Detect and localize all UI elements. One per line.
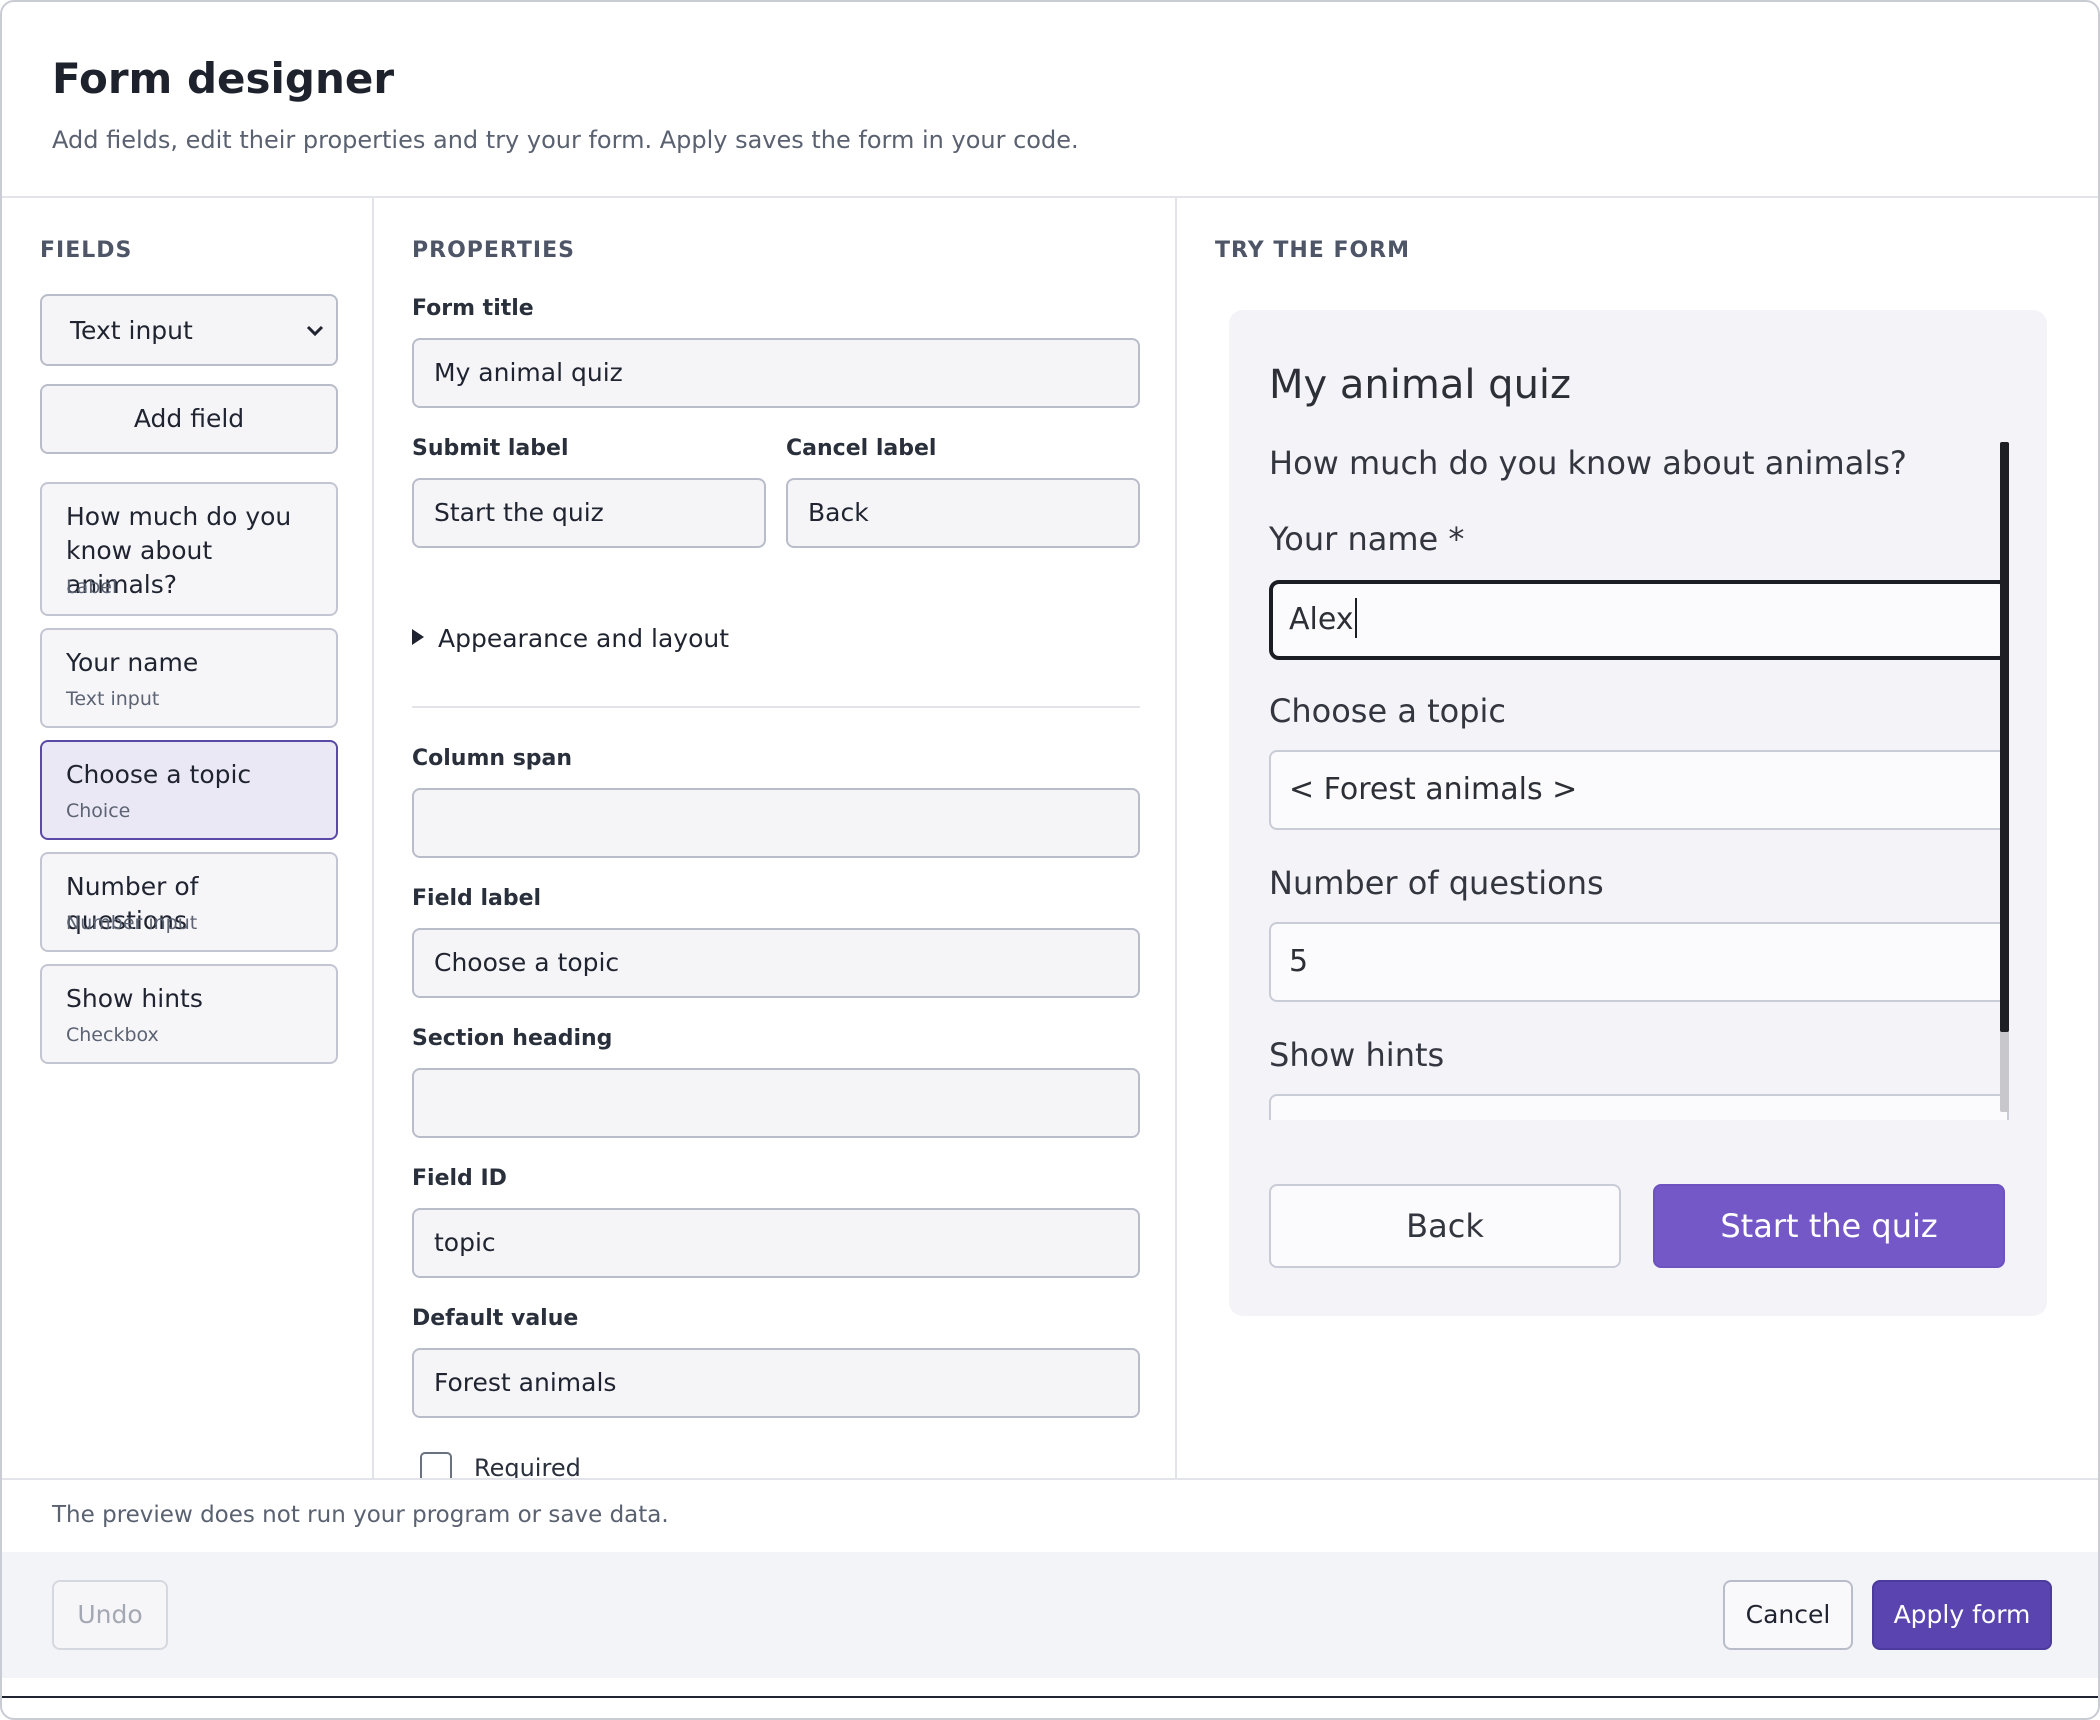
dialog-title: Form designer	[52, 54, 395, 103]
bottom-border	[2, 1696, 2098, 1698]
field-item-name: Choose a topic	[66, 760, 252, 789]
preview-section-heading: How much do you know about animals?	[1269, 444, 1907, 482]
required-checkbox[interactable]	[420, 1452, 452, 1478]
preview-start-button[interactable]: Start the quiz	[1653, 1184, 2005, 1268]
field-label-input[interactable]: Choose a topic	[412, 928, 1140, 998]
default-value-label: Default value	[412, 1306, 579, 1331]
form-title-input[interactable]: My animal quiz	[412, 338, 1140, 408]
text-caret	[1354, 598, 1357, 638]
field-item-type: Text input	[66, 688, 160, 710]
dialog-subtitle: Add fields, edit their properties and tr…	[52, 126, 1079, 154]
submit-label-input[interactable]: Start the quiz	[412, 478, 766, 548]
preview-topic-label: Choose a topic	[1269, 692, 1507, 730]
fields-heading: FIELDS	[40, 238, 133, 263]
preview-name-value: Alex	[1289, 602, 1354, 637]
form-preview: My animal quiz How much do you know abou…	[1229, 310, 2047, 1316]
preview-scrollbar-thumb[interactable]	[2000, 442, 2009, 1032]
preview-topic-choice[interactable]: < Forest animals >	[1269, 750, 2009, 830]
dialog-header: Form designer Add fields, edit their pro…	[2, 2, 2098, 198]
appearance-layout-label: Appearance and layout	[438, 624, 730, 653]
preview-disclaimer: The preview does not run your program or…	[52, 1502, 669, 1528]
field-item-label[interactable]: How much do you know about animals? Labe…	[40, 482, 338, 616]
chevron-down-icon	[306, 325, 324, 337]
fields-panel: FIELDS Text input Add field How much do …	[2, 198, 374, 1478]
disclosure-triangle-icon	[412, 629, 424, 645]
field-type-select-value: Text input	[70, 316, 193, 345]
try-form-heading: TRY THE FORM	[1215, 238, 1411, 263]
field-item-type: Number input	[66, 912, 198, 934]
preview-count-input[interactable]: 5	[1269, 922, 2009, 1002]
cancel-label-label: Cancel label	[786, 436, 937, 461]
field-item-choose-topic[interactable]: Choose a topic Choice	[40, 740, 338, 840]
submit-label-label: Submit label	[412, 436, 569, 461]
field-item-type: Choice	[66, 800, 131, 822]
preview-name-input[interactable]: Alex	[1269, 580, 2009, 660]
preview-name-label: Your name *	[1269, 520, 1465, 558]
cancel-button[interactable]: Cancel	[1723, 1580, 1853, 1650]
apply-form-button[interactable]: Apply form	[1872, 1580, 2052, 1650]
form-title-label: Form title	[412, 296, 534, 321]
preview-form-title: My animal quiz	[1269, 362, 1572, 408]
preview-back-button[interactable]: Back	[1269, 1184, 1621, 1268]
undo-button[interactable]: Undo	[52, 1580, 168, 1650]
field-id-label: Field ID	[412, 1166, 507, 1191]
field-item-type: Label	[66, 576, 118, 598]
footer-note-bar: The preview does not run your program or…	[2, 1478, 2098, 1552]
column-span-label: Column span	[412, 746, 573, 771]
required-label: Required	[474, 1454, 581, 1478]
column-span-input[interactable]	[412, 788, 1140, 858]
section-heading-label: Section heading	[412, 1026, 613, 1051]
field-item-number-of-questions[interactable]: Number of questions Number input	[40, 852, 338, 952]
field-item-type: Checkbox	[66, 1024, 159, 1046]
field-type-select[interactable]: Text input	[40, 294, 338, 366]
default-value-input[interactable]: Forest animals	[412, 1348, 1140, 1418]
appearance-layout-toggle[interactable]: Appearance and layout	[412, 624, 729, 653]
try-form-panel: TRY THE FORM My animal quiz How much do …	[1177, 198, 2098, 1478]
divider	[412, 706, 1140, 708]
preview-hints-checkbox[interactable]	[1269, 1094, 2009, 1120]
properties-panel: PROPERTIES Form title My animal quiz Sub…	[374, 198, 1177, 1478]
field-item-show-hints[interactable]: Show hints Checkbox	[40, 964, 338, 1064]
field-label-label: Field label	[412, 886, 542, 911]
form-designer-dialog: Form designer Add fields, edit their pro…	[0, 0, 2100, 1720]
properties-heading: PROPERTIES	[412, 238, 575, 263]
action-bar: Undo Cancel Apply form	[2, 1552, 2098, 1678]
preview-scroll-area[interactable]: How much do you know about animals? Your…	[1229, 438, 2047, 1120]
add-field-button[interactable]: Add field	[40, 384, 338, 454]
field-item-your-name[interactable]: Your name Text input	[40, 628, 338, 728]
preview-hints-label: Show hints	[1269, 1036, 1445, 1074]
section-heading-input[interactable]	[412, 1068, 1140, 1138]
cancel-label-input[interactable]: Back	[786, 478, 1140, 548]
field-item-name: Show hints	[66, 984, 203, 1013]
field-item-name: Your name	[66, 648, 199, 677]
field-id-input[interactable]: topic	[412, 1208, 1140, 1278]
preview-count-label: Number of questions	[1269, 864, 1604, 902]
